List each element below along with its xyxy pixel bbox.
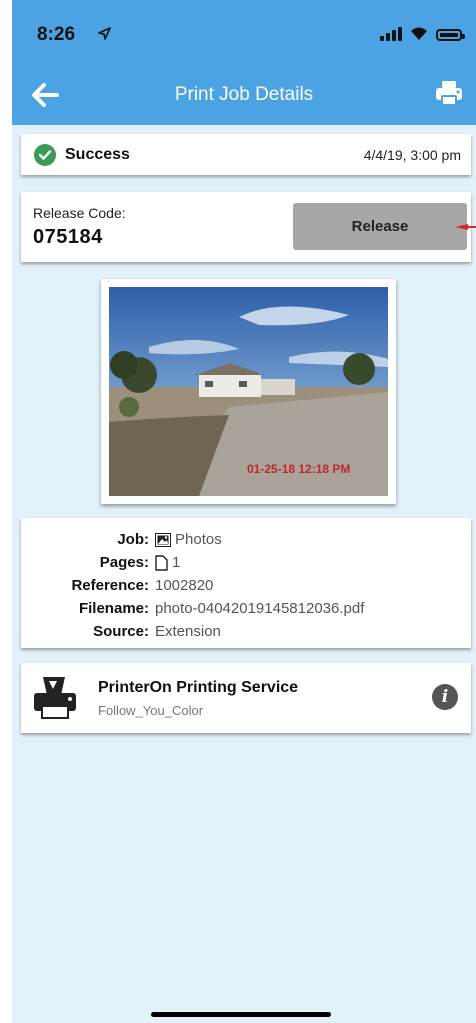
detail-value: 1 <box>172 554 181 571</box>
nav-bar: Print Job Details <box>12 66 476 125</box>
detail-value: Photos <box>175 531 222 548</box>
status-icons <box>380 27 465 41</box>
release-card: Release Code: 075184 Release <box>21 192 471 262</box>
status-card: Success 4/4/19, 3:00 pm <box>21 134 471 175</box>
detail-label: Filename: <box>78 600 149 617</box>
printer-service-icon <box>34 677 76 719</box>
detail-label: Pages: <box>99 554 149 571</box>
header: 8:26 Print Job Details <box>12 0 476 125</box>
detail-row-job: Job: Photos <box>21 528 471 551</box>
info-icon[interactable]: i <box>432 684 458 710</box>
detail-row-reference: Reference: 1002820 <box>21 574 471 597</box>
signal-icon <box>380 27 402 41</box>
page-title: Print Job Details <box>174 84 314 105</box>
status-time: 8:26 <box>37 24 76 45</box>
app-frame: 8:26 Print Job Details Success 4/4/19, 3… <box>12 0 476 1023</box>
release-code: 075184 <box>33 226 103 248</box>
release-code-label: Release Code: <box>33 205 126 221</box>
image-icon <box>155 532 171 547</box>
job-details-card: Job: Photos Pages: 1 Reference: 1002820 <box>21 518 471 648</box>
detail-label: Source: <box>93 623 149 640</box>
photo-timestamp: 01-25-18 12:18 PM <box>247 462 350 476</box>
detail-row-filename: Filename: photo-04042019145812036.pdf <box>21 597 471 620</box>
detail-label: Reference: <box>71 577 149 594</box>
check-circle-icon <box>34 144 56 166</box>
detail-row-source: Source: Extension <box>21 620 471 643</box>
release-button[interactable]: Release <box>293 203 467 250</box>
detail-value: 1002820 <box>155 577 214 594</box>
service-card[interactable]: PrinterOn Printing Service Follow_You_Co… <box>21 663 471 733</box>
page-icon <box>155 554 168 571</box>
location-arrow-icon <box>98 27 111 43</box>
job-details-list: Job: Photos Pages: 1 Reference: 1002820 <box>21 528 471 643</box>
wifi-icon <box>411 27 427 40</box>
status-label: Success <box>65 146 130 163</box>
annotation-arrow <box>455 224 476 230</box>
photo-preview: 01-25-18 12:18 PM <box>101 279 396 504</box>
screen: 8:26 Print Job Details Success 4/4/19, 3… <box>0 0 476 1023</box>
detail-value: photo-04042019145812036.pdf <box>155 600 365 617</box>
printer-icon[interactable] <box>434 78 464 108</box>
home-indicator <box>151 1012 331 1017</box>
battery-icon <box>436 29 465 41</box>
detail-row-pages: Pages: 1 <box>21 551 471 574</box>
printer-name: Follow_You_Color <box>98 703 204 718</box>
detail-label: Job: <box>117 531 149 548</box>
detail-value: Extension <box>155 623 221 640</box>
status-bar: 8:26 <box>12 0 476 66</box>
job-date: 4/4/19, 3:00 pm <box>363 147 461 163</box>
service-name: PrinterOn Printing Service <box>98 679 299 696</box>
